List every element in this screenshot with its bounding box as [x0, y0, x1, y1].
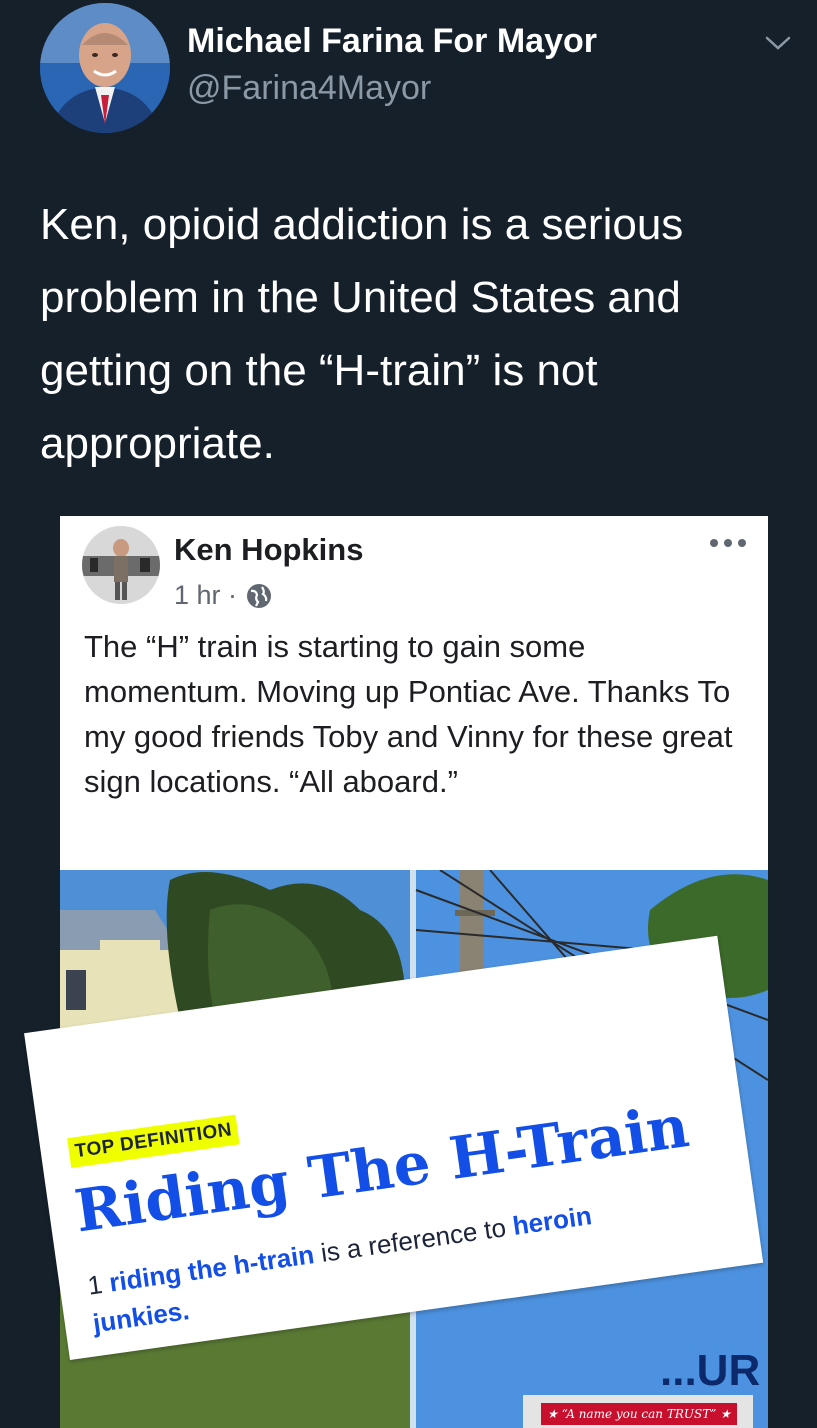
chevron-down-icon[interactable]	[763, 30, 793, 56]
campaign-sign: ★ “A name you can TRUST” ★	[523, 1395, 753, 1428]
globe-icon	[247, 583, 272, 608]
definition-term: riding the h-train	[107, 1239, 316, 1298]
tweet-text: Ken, opioid addiction is a serious probl…	[40, 200, 684, 468]
sign-slogan: ★ “A name you can TRUST” ★	[541, 1403, 737, 1425]
ellipsis-icon	[708, 536, 748, 548]
post-author-avatar	[82, 526, 160, 604]
post-author-name: Ken Hopkins	[174, 532, 364, 567]
post-meta: 1 hr ·	[174, 580, 273, 611]
definition-ending: junkies.	[91, 1295, 192, 1339]
author-avatar[interactable]	[40, 3, 170, 133]
avatar-photo	[40, 3, 170, 133]
author-handle[interactable]: @Farina4Mayor	[187, 69, 431, 108]
definition-keyword: heroin	[510, 1200, 594, 1241]
definition-middle: is a reference to	[311, 1211, 515, 1269]
post-text: The “H” train is starting to gain some m…	[84, 629, 733, 799]
author-name[interactable]: Michael Farina For Mayor	[187, 22, 597, 61]
definition-number: 1	[85, 1268, 105, 1301]
post-time: 1 hr ·	[174, 580, 238, 610]
sign-letters: ...UR	[660, 1346, 761, 1395]
